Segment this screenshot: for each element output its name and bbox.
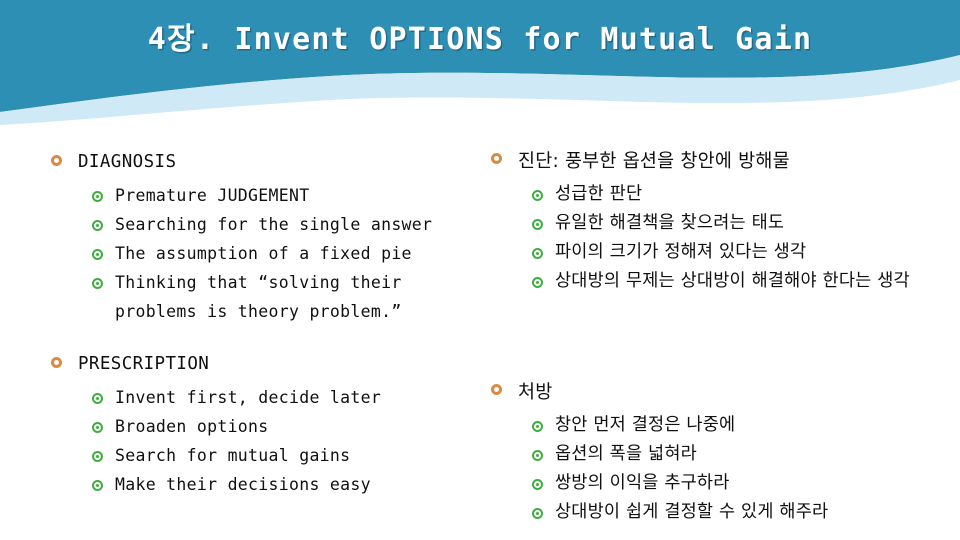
page-title: 4장. Invent OPTIONS for Mutual Gain [147, 22, 813, 57]
section-diagnosis-en: DIAGNOSIS Premature JUDGEMENT Searching … [42, 149, 474, 326]
section-heading-label: DIAGNOSIS [78, 152, 177, 172]
list-item-label: 쌍방의 이익을 추구하라 [555, 473, 730, 493]
target-bullet-icon [532, 219, 543, 230]
slide-body: DIAGNOSIS Premature JUDGEMENT Searching … [0, 125, 960, 540]
ring-bullet-icon [491, 153, 502, 164]
target-bullet-icon [92, 422, 103, 433]
list-item: 파이의 크기가 정해져 있다는 생각 [482, 238, 948, 267]
right-column: 진단: 풍부한 옵션을 창안에 방해물 성급한 판단 유일한 해결책을 찾으려는… [482, 125, 948, 540]
target-bullet-icon [92, 393, 103, 404]
target-bullet-icon [532, 479, 543, 490]
section-heading-label: 처방 [518, 382, 553, 403]
list-item: 상대방이 쉽게 결정할 수 있게 해주라 [482, 498, 948, 527]
section-diagnosis-kr: 진단: 풍부한 옵션을 창안에 방해물 성급한 판단 유일한 해결책을 찾으려는… [482, 147, 948, 296]
target-bullet-icon [532, 450, 543, 461]
list-item-label: 상대방이 쉽게 결정할 수 있게 해주라 [555, 502, 829, 522]
list-item-label: Searching for the single answer [115, 215, 433, 234]
list-item-label: Thinking that “solving their problems is… [115, 273, 402, 321]
list-item: 성급한 판단 [482, 180, 948, 209]
target-bullet-icon [92, 249, 103, 260]
list-item: 유일한 해결책을 찾으려는 태도 [482, 209, 948, 238]
section-heading-diagnosis-kr: 진단: 풍부한 옵션을 창안에 방해물 [482, 147, 948, 176]
section-heading-prescription-kr: 처방 [482, 378, 948, 407]
section-heading-prescription: PRESCRIPTION [42, 351, 474, 377]
target-bullet-icon [92, 191, 103, 202]
ring-bullet-icon [491, 384, 502, 395]
ring-bullet-icon [51, 155, 62, 166]
list-item: 창안 먼저 결정은 나중에 [482, 411, 948, 440]
left-column: DIAGNOSIS Premature JUDGEMENT Searching … [42, 125, 474, 540]
section-heading-diagnosis: DIAGNOSIS [42, 149, 474, 175]
list-item-label: Invent first, decide later [115, 388, 382, 407]
ring-bullet-icon [51, 357, 62, 368]
list-item-label: 유일한 해결책을 찾으려는 태도 [555, 213, 785, 233]
list-item-label: 성급한 판단 [555, 184, 643, 204]
target-bullet-icon [92, 480, 103, 491]
list-item: Broaden options [42, 412, 474, 441]
list-item: Make their decisions easy [42, 470, 474, 499]
list-item: The assumption of a fixed pie [42, 239, 474, 268]
target-bullet-icon [532, 277, 543, 288]
list-item-label: 창안 먼저 결정은 나중에 [555, 415, 736, 435]
target-bullet-icon [92, 220, 103, 231]
list-item-label: 옵션의 폭을 넓혀라 [555, 444, 697, 464]
target-bullet-icon [532, 508, 543, 519]
slide-header-banner: 4장. Invent OPTIONS for Mutual Gain [0, 0, 960, 125]
list-item-label: 파이의 크기가 정해져 있다는 생각 [555, 242, 807, 262]
list-item: Invent first, decide later [42, 383, 474, 412]
list-item-label: The assumption of a fixed pie [115, 244, 412, 263]
list-item: 상대방의 무제는 상대방이 해결해야 한다는 생각 [482, 267, 948, 296]
list-item-label: Make their decisions easy [115, 475, 371, 494]
list-item-label: Search for mutual gains [115, 446, 351, 465]
list-item: Premature JUDGEMENT [42, 181, 474, 210]
list-item: Searching for the single answer [42, 210, 474, 239]
target-bullet-icon [92, 451, 103, 462]
list-item: Search for mutual gains [42, 441, 474, 470]
list-item: 쌍방의 이익을 추구하라 [482, 469, 948, 498]
section-prescription-en: PRESCRIPTION Invent first, decide later … [42, 351, 474, 499]
list-item-label: 상대방의 무제는 상대방이 해결해야 한다는 생각 [555, 271, 910, 291]
section-heading-label: 진단: 풍부한 옵션을 창안에 방해물 [518, 151, 790, 172]
list-item-label: Broaden options [115, 417, 269, 436]
section-heading-label: PRESCRIPTION [78, 354, 210, 374]
target-bullet-icon [532, 190, 543, 201]
target-bullet-icon [532, 248, 543, 259]
list-item: Thinking that “solving their problems is… [42, 268, 474, 326]
prescription-kr-list: 창안 먼저 결정은 나중에 옵션의 폭을 넓혀라 쌍방의 이익을 추구하라 상대… [482, 411, 948, 527]
list-item: 옵션의 폭을 넓혀라 [482, 440, 948, 469]
section-prescription-kr: 처방 창안 먼저 결정은 나중에 옵션의 폭을 넓혀라 쌍방의 이익을 추구하라 [482, 378, 948, 527]
prescription-en-list: Invent first, decide later Broaden optio… [42, 383, 474, 499]
diagnosis-kr-list: 성급한 판단 유일한 해결책을 찾으려는 태도 파이의 크기가 정해져 있다는 … [482, 180, 948, 296]
diagnosis-en-list: Premature JUDGEMENT Searching for the si… [42, 181, 474, 326]
target-bullet-icon [532, 421, 543, 432]
list-item-label: Premature JUDGEMENT [115, 186, 310, 205]
target-bullet-icon [92, 278, 103, 289]
